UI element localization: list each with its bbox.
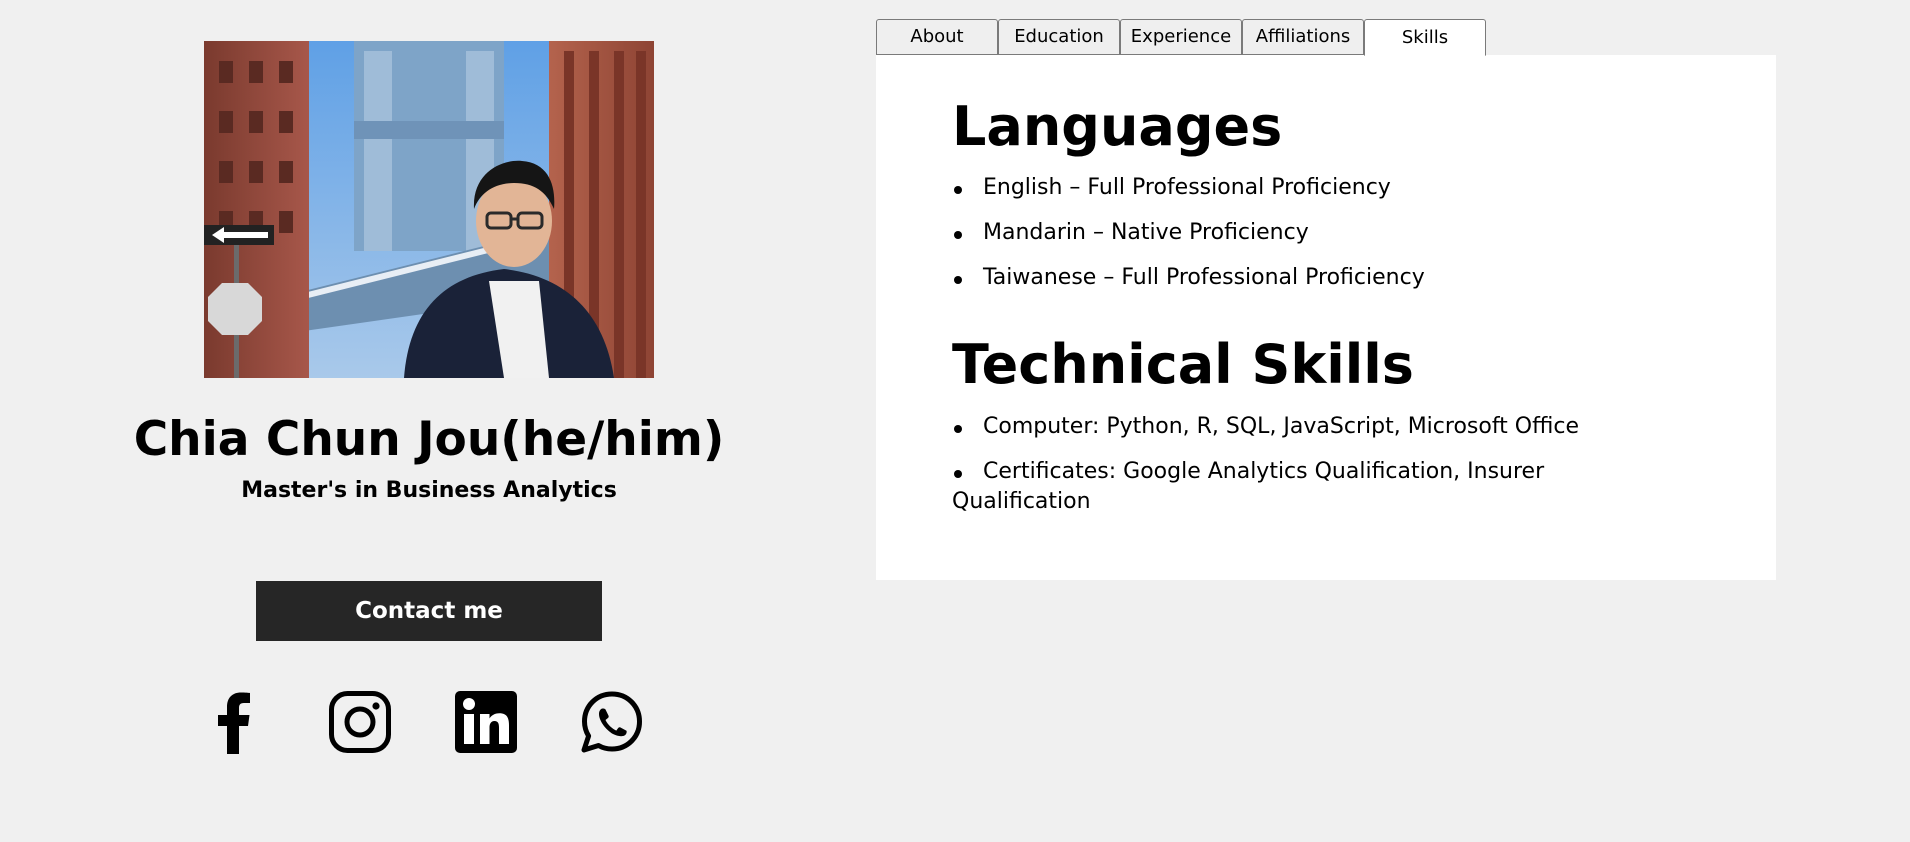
facebook-icon — [218, 692, 250, 754]
tab-about[interactable]: About — [876, 19, 998, 55]
facebook-link[interactable] — [203, 690, 267, 754]
technical-skills-list: Computer: Python, R, SQL, JavaScript, Mi… — [952, 412, 1592, 532]
profile-subtitle: Master's in Business Analytics — [241, 478, 617, 503]
tab-affiliations[interactable]: Affiliations — [1242, 19, 1364, 55]
instagram-icon — [329, 691, 391, 753]
list-item: Mandarin – Native Proficiency — [952, 218, 1592, 248]
profile-name: Chia Chun Jou(he/him) — [133, 412, 725, 467]
tab-experience[interactable]: Experience — [1120, 19, 1242, 55]
instagram-link[interactable] — [328, 690, 392, 754]
tab-skills[interactable]: Skills — [1364, 19, 1486, 56]
languages-heading: Languages — [952, 95, 1283, 158]
skills-panel: Languages English – Full Professional Pr… — [876, 55, 1776, 580]
contact-me-button[interactable]: Contact me — [256, 581, 602, 641]
technical-skills-heading: Technical Skills — [952, 333, 1414, 396]
whatsapp-icon — [581, 691, 642, 753]
list-item: Computer: Python, R, SQL, JavaScript, Mi… — [952, 412, 1592, 442]
whatsapp-link[interactable] — [580, 690, 644, 754]
list-item: Taiwanese – Full Professional Proficienc… — [952, 263, 1592, 293]
languages-list: English – Full Professional Proficiency … — [952, 173, 1592, 308]
tab-education[interactable]: Education — [998, 19, 1120, 55]
tab-bar: About Education Experience Affiliations … — [876, 19, 1486, 56]
profile-photo — [204, 41, 654, 378]
list-item: Certificates: Google Analytics Qualifica… — [952, 457, 1562, 517]
linkedin-icon — [455, 691, 517, 753]
linkedin-link[interactable] — [454, 690, 518, 754]
list-item: English – Full Professional Proficiency — [952, 173, 1592, 203]
